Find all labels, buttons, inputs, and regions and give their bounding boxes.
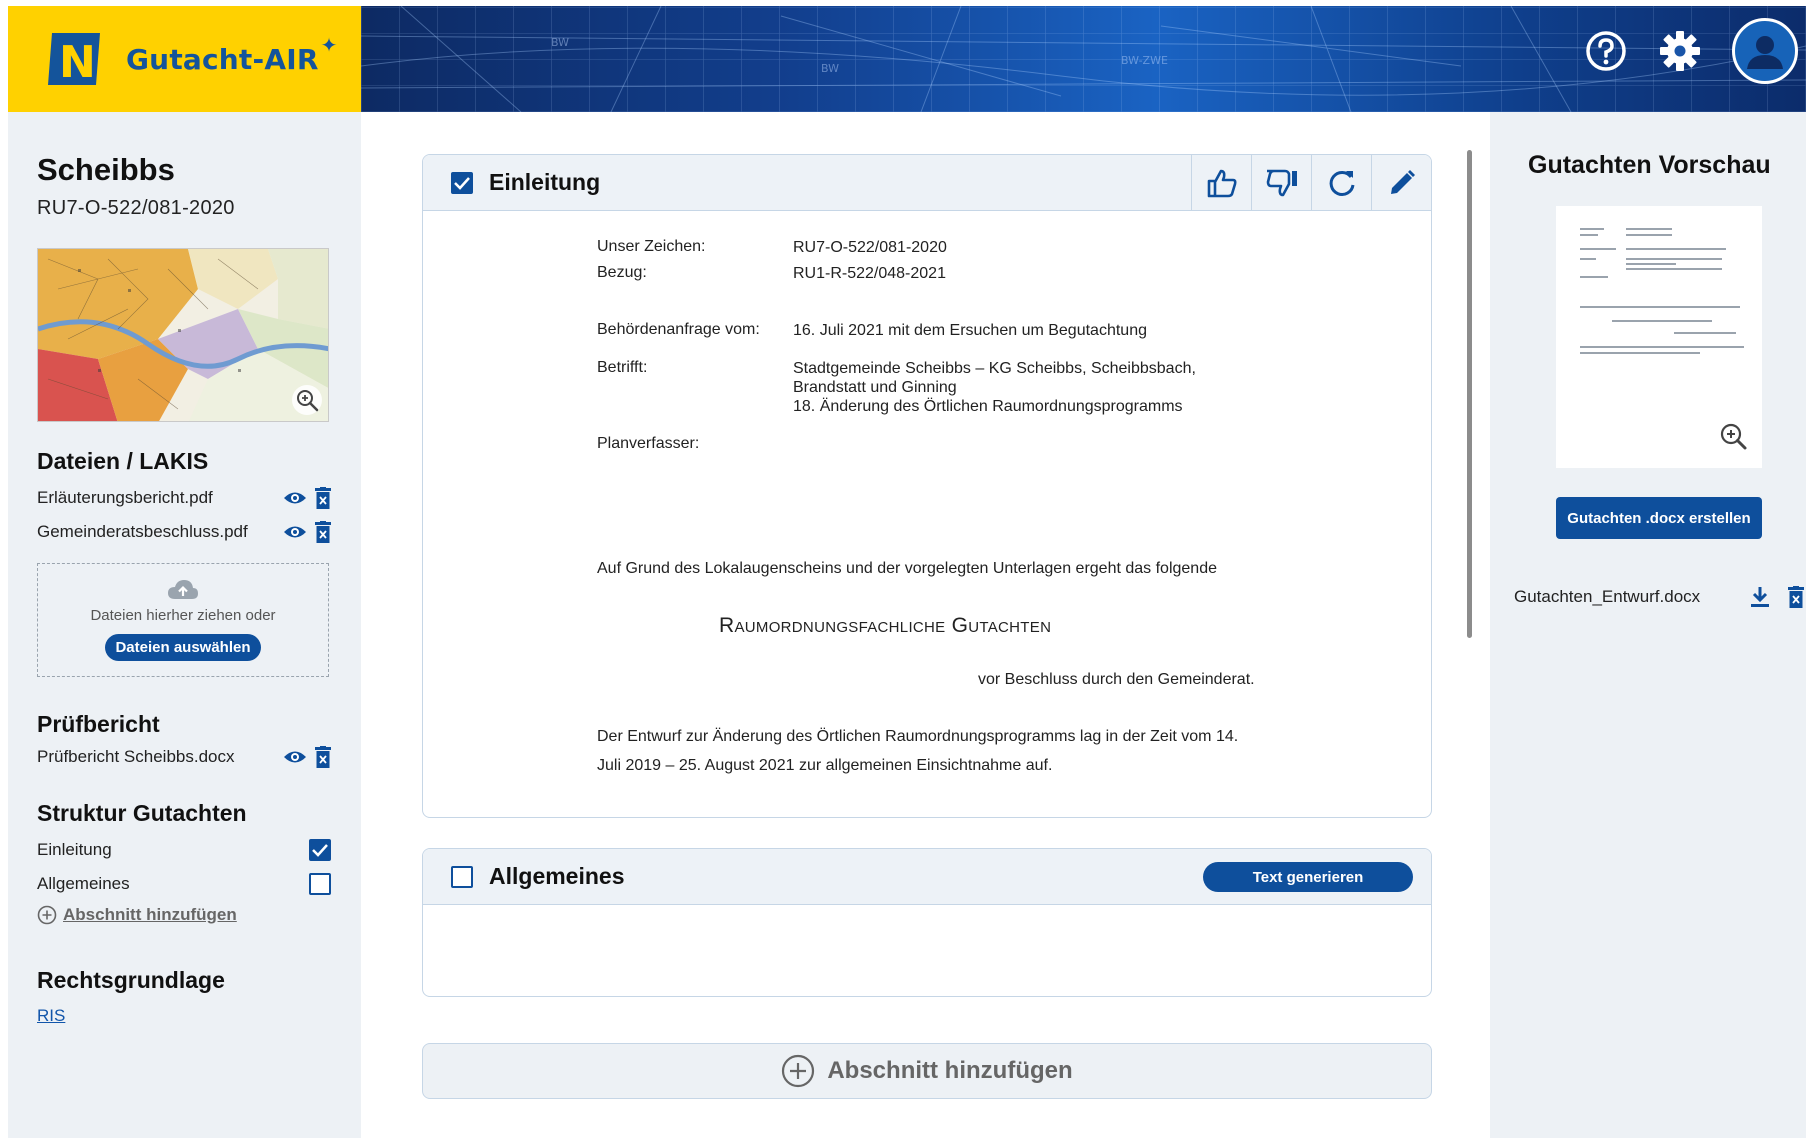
section-content-empty[interactable] [423,905,1431,996]
doc-paragraph: Juli 2019 – 25. August 2021 zur allgemei… [597,757,1053,774]
plus-circle-icon [782,1054,815,1088]
doc-value: Stadtgemeinde Scheibbs – KG Scheibbs, Sc… [793,360,1196,377]
structure-label: Einleitung [37,840,112,859]
file-name: Erläuterungsbericht.pdf [37,488,213,507]
app-header: N Gutacht-AIR ✦ BW BW BW-ZWE [8,6,1806,112]
project-sidebar: Scheibbs RU7-O-522/081-2020 Dateien / LA… [8,112,361,1138]
refresh-icon[interactable] [1311,155,1371,211]
dropzone-text: Dateien hierher ziehen oder [90,607,276,624]
generate-text-button[interactable]: Text generieren [1203,862,1413,892]
download-icon[interactable] [1750,586,1770,608]
project-reference: RU7-O-522/081-2020 [37,197,235,219]
delete-icon[interactable] [315,521,331,543]
doc-value: 16. Juli 2021 mit dem Ersuchen um Beguta… [793,322,1147,339]
file-name: Prüfbericht Scheibbs.docx [37,747,235,766]
doc-label: Bezug: [597,264,647,281]
sparkle-icon: ✦ [320,34,338,57]
app-name: Gutacht-AIR [126,42,319,76]
gear-icon[interactable] [1658,29,1702,73]
svg-text:BW: BW [551,36,569,49]
doc-label: Planverfasser: [597,435,700,452]
thumbs-up-icon[interactable] [1191,155,1251,211]
svg-text:BW: BW [821,62,839,75]
brand[interactable]: N Gutacht-AIR ✦ [8,6,361,112]
delete-icon[interactable] [315,487,331,509]
section-title: Einleitung [489,169,601,195]
law-heading: Rechtsgrundlage [37,967,225,993]
file-name: Gemeinderatsbeschluss.pdf [37,522,248,541]
doc-label: Unser Zeichen: [597,238,706,255]
eye-icon[interactable] [283,749,307,765]
file-dropzone[interactable]: Dateien hierher ziehen oder Dateien ausw… [37,563,329,677]
draft-file-row: Gutachten_Entwurf.docx [1514,586,1804,608]
section-checkbox-allgemeines[interactable] [451,865,473,888]
user-avatar-icon[interactable] [1732,18,1798,84]
files-heading: Dateien / LAKIS [37,448,209,474]
project-title: Scheibbs [37,152,175,187]
header-banner: BW BW BW-ZWE [361,6,1806,112]
zoom-in-icon[interactable] [1718,421,1748,456]
structure-list: Einleitung Allgemeines [37,833,331,901]
doc-label: Betrifft: [597,359,648,376]
section-title: Allgemeines [489,863,625,889]
doc-paragraph: Der Entwurf zur Änderung des Örtlichen R… [597,728,1239,745]
document-preview-thumbnail[interactable] [1556,206,1762,468]
pruefbericht-row: Prüfbericht Scheibbs.docx [37,740,331,774]
edit-pencil-icon[interactable] [1371,155,1431,211]
doc-value: 18. Änderung des Örtlichen Raumordnungsp… [793,398,1183,415]
delete-icon[interactable] [315,746,331,768]
section-card-einleitung: Einleitung Unser Zeichen: RU7-O-522/081-… [422,154,1432,818]
zoom-in-icon[interactable] [292,385,322,415]
structure-item-allgemeines: Allgemeines [37,867,331,901]
doc-value: RU7-O-522/081-2020 [793,239,947,256]
doc-paragraph: vor Beschluss durch den Gemeinderat. [978,671,1255,688]
preview-title: Gutachten Vorschau [1528,151,1771,179]
svg-text:N: N [59,37,96,88]
preview-panel: Gutachten Vorschau Gutachten .docx erste… [1490,112,1806,1138]
structure-item-einleitung: Einleitung [37,833,331,867]
file-row: Gemeinderatsbeschluss.pdf [37,515,331,549]
section-toolbar [1191,155,1431,211]
section-header: Einleitung [423,155,1431,211]
plus-circle-icon [37,905,57,925]
eye-icon[interactable] [283,524,307,540]
doc-value: RU1-R-522/048-2021 [793,265,946,282]
section-header: Allgemeines Text generieren [423,849,1431,905]
add-section-button[interactable]: Abschnitt hinzufügen [422,1043,1432,1099]
create-docx-button[interactable]: Gutachten .docx erstellen [1556,497,1762,539]
ris-link[interactable]: RIS [37,1006,65,1026]
delete-icon[interactable] [1788,586,1804,608]
zoning-map-image [38,249,328,421]
doc-paragraph: Auf Grund des Lokalaugenscheins und der … [597,560,1217,577]
thumbs-down-icon[interactable] [1251,155,1311,211]
structure-heading: Struktur Gutachten [37,800,247,826]
help-circle-icon[interactable] [1584,29,1628,73]
section-card-allgemeines: Allgemeines Text generieren [422,848,1432,997]
choose-files-button[interactable]: Dateien auswählen [105,634,261,661]
file-row: Erläuterungsbericht.pdf [37,481,331,515]
doc-label: Behördenanfrage vom: [597,321,760,338]
doc-heading: Raumordnungsfachliche Gutachten [719,614,1052,637]
pruefbericht-heading: Prüfbericht [37,711,160,737]
noe-logo-icon: N [48,33,100,88]
add-section-label: Abschnitt hinzufügen [63,905,237,924]
add-structure-section-link[interactable]: Abschnitt hinzufügen [37,905,331,925]
structure-checkbox-einleitung[interactable] [309,839,331,861]
zoning-map-thumbnail[interactable] [37,248,329,422]
doc-value: Brandstatt und Ginning [793,379,957,396]
structure-checkbox-allgemeines[interactable] [309,873,331,895]
structure-label: Allgemeines [37,874,130,893]
eye-icon[interactable] [283,490,307,506]
center-scrollbar[interactable] [1467,150,1472,638]
svg-text:BW-ZWE: BW-ZWE [1121,54,1168,67]
add-section-label: Abschnitt hinzufügen [827,1057,1073,1084]
draft-file-name: Gutachten_Entwurf.docx [1514,587,1701,606]
cloud-upload-icon [168,580,198,599]
file-list: Erläuterungsbericht.pdf Gemeinderatsbesc… [37,481,331,549]
section-checkbox-einleitung[interactable] [451,171,473,194]
